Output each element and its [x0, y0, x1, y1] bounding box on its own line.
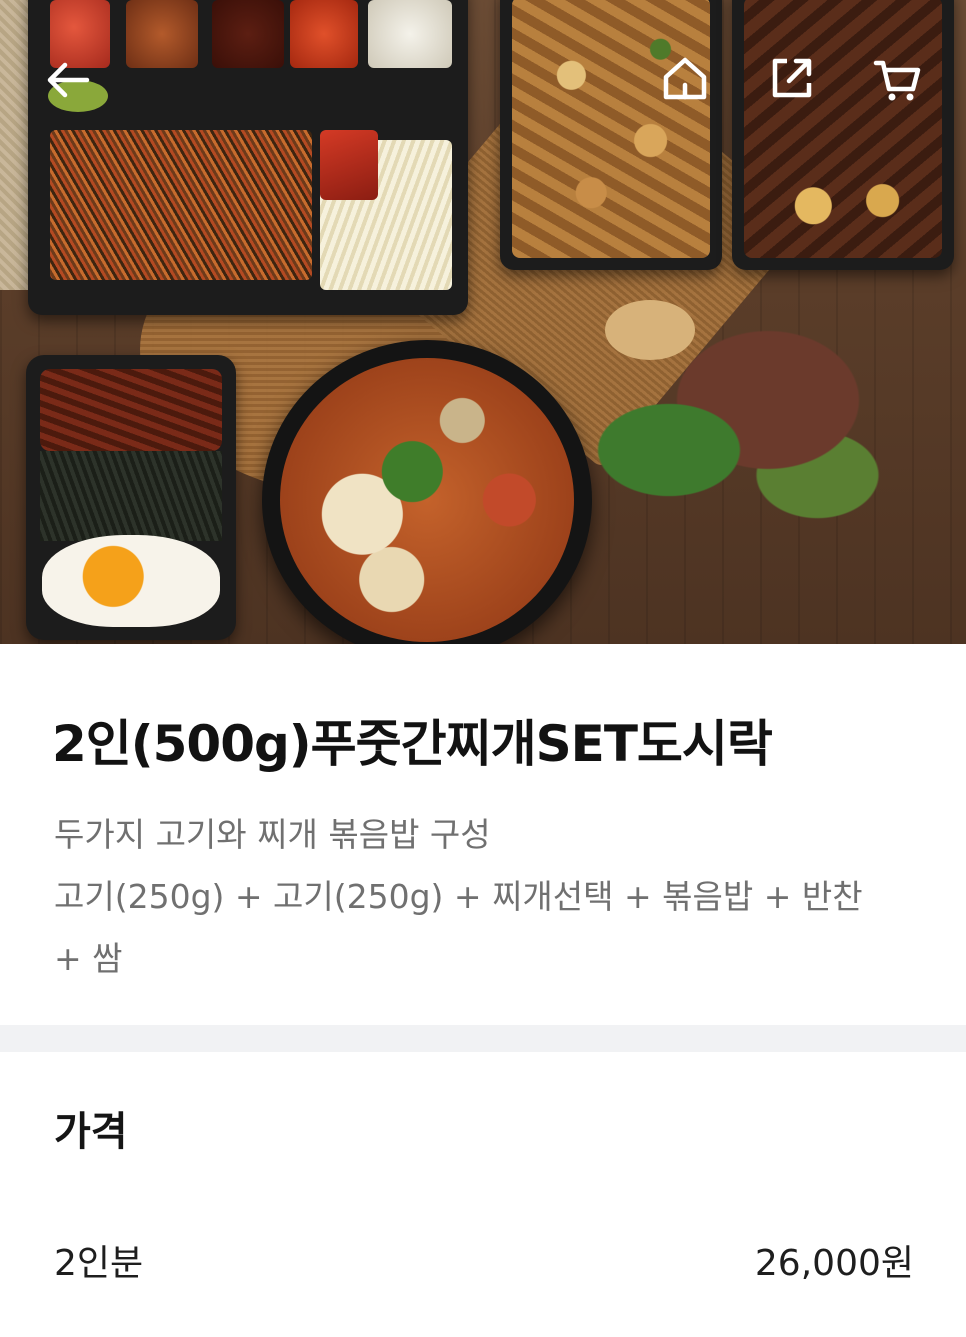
green-onion-salad-cell	[50, 130, 312, 280]
section-divider	[0, 1025, 966, 1052]
price-option-value: 26,000원	[754, 1243, 914, 1284]
home-icon	[663, 57, 707, 100]
product-detail-page: 2인(500g)푸줏간찌개SET도시락 두가지 고기와 찌개 볶음밥 구성 고기…	[0, 0, 966, 1337]
cloth-decor	[0, 0, 30, 290]
product-info-section: 2인(500g)푸줏간찌개SET도시락 두가지 고기와 찌개 볶음밥 구성 고기…	[0, 644, 966, 1025]
product-hero-image	[0, 0, 966, 644]
price-option-row: 2인분 26,000원	[54, 1234, 914, 1286]
price-section: 가격 2인분 26,000원	[0, 1052, 966, 1337]
rice-seaweed	[40, 451, 222, 541]
home-button[interactable]	[655, 48, 715, 108]
back-button[interactable]	[38, 50, 98, 110]
wooden-ladle	[605, 300, 695, 360]
price-option-label: 2인분	[54, 1243, 144, 1284]
share-button[interactable]	[762, 48, 822, 108]
product-title: 2인(500g)푸줏간찌개SET도시락	[52, 715, 773, 773]
sauce-cell	[212, 0, 284, 68]
chili-paste-cell	[290, 0, 358, 68]
rice-topping	[40, 369, 222, 451]
cart-button[interactable]	[868, 50, 928, 110]
description-line: 두가지 고기와 찌개 볶음밥 구성	[54, 815, 491, 854]
product-description: 두가지 고기와 찌개 볶음밥 구성 고기(250g) + 고기(250g) + …	[54, 804, 914, 990]
pork-tray	[500, 0, 722, 270]
stew-pot	[262, 340, 592, 644]
description-line: 고기(250g) + 고기(250g) + 찌개선택 + 볶음밥 + 반찬	[54, 877, 863, 916]
description-line: + 쌈	[54, 939, 123, 978]
pork-fill	[512, 0, 710, 258]
fried-rice-tray	[26, 355, 236, 640]
cart-icon	[873, 60, 921, 101]
beef-fill	[744, 0, 942, 258]
back-arrow-icon	[47, 62, 90, 98]
side-dish-tray	[28, 0, 468, 315]
onion-cell	[368, 0, 452, 68]
beef-tray	[732, 0, 954, 270]
stew-contents	[280, 358, 574, 642]
seasoning-cell	[126, 0, 198, 68]
price-heading: 가격	[54, 1109, 128, 1155]
share-icon	[772, 58, 812, 98]
pepper-cell	[320, 130, 378, 200]
fried-egg	[42, 535, 220, 627]
